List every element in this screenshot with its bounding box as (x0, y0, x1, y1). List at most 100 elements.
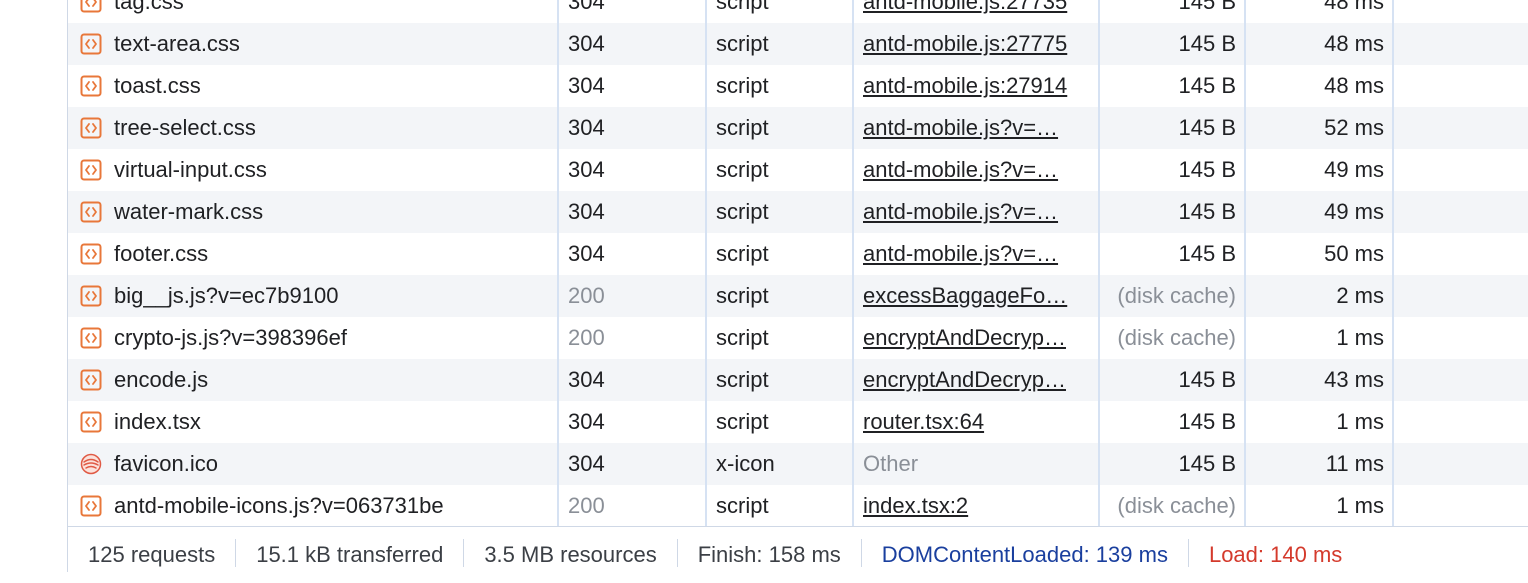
initiator-link[interactable]: encryptAndDecryp… (863, 367, 1066, 392)
initiator-link[interactable]: antd-mobile.js?v=… (863, 241, 1058, 266)
initiator-link[interactable]: antd-mobile.js?v=… (863, 115, 1058, 140)
table-row[interactable]: tag.css 304 script antd-mobile.js:27735 145 … (68, 0, 1528, 23)
table-row[interactable]: water-mark.css 304 script antd-mobile.js?v=… (68, 191, 1528, 233)
transfer-size: 145 B (1178, 115, 1237, 140)
request-type: script (716, 115, 769, 140)
status-code: 304 (568, 241, 605, 266)
favicon-icon (80, 453, 102, 475)
network-request-table: tag.css 304 script antd-mobile.js:27735 145 … (68, 0, 1528, 526)
request-time: 49 ms (1324, 157, 1384, 182)
initiator-cell: index.tsx:2 (863, 485, 1091, 526)
initiator-link[interactable]: index.tsx:2 (863, 493, 968, 518)
request-name: favicon.ico (114, 451, 218, 476)
table-row[interactable]: encode.js 304 script encryptAndDecryp… 145 B… (68, 359, 1528, 401)
status-code: 304 (568, 115, 605, 140)
request-type: x-icon (716, 451, 775, 476)
initiator-cell: antd-mobile.js?v=… (863, 149, 1091, 191)
table-row[interactable]: antd-mobile-icons.js?v=063731be 200 script… (68, 485, 1528, 526)
initiator-link[interactable]: router.tsx:64 (863, 409, 984, 434)
left-gutter (0, 0, 68, 572)
column-divider-status[interactable] (705, 0, 707, 526)
request-name: big__js.js?v=ec7b9100 (114, 283, 339, 308)
code-file-icon (80, 243, 102, 265)
column-divider-time[interactable] (1392, 0, 1394, 526)
request-name: tag.css (114, 0, 184, 14)
transfer-size: (disk cache) (1117, 325, 1236, 350)
request-type: script (716, 157, 769, 182)
request-time: 48 ms (1324, 31, 1384, 56)
column-divider-initiator[interactable] (1098, 0, 1100, 526)
request-time: 48 ms (1324, 73, 1384, 98)
code-file-icon (80, 327, 102, 349)
code-file-icon (80, 369, 102, 391)
transfer-size: 145 B (1178, 367, 1237, 392)
request-time: 1 ms (1336, 325, 1384, 350)
table-row[interactable]: favicon.ico 304 x-icon Other 145 B 11 ms (68, 443, 1528, 485)
table-row[interactable]: footer.css 304 script antd-mobile.js?v=… 145… (68, 233, 1528, 275)
request-time: 2 ms (1336, 283, 1384, 308)
initiator-cell: router.tsx:64 (863, 401, 1091, 443)
initiator-cell: antd-mobile.js?v=… (863, 107, 1091, 149)
transfer-size: 145 B (1178, 73, 1237, 98)
request-name: water-mark.css (114, 199, 264, 224)
initiator-link[interactable]: antd-mobile.js:27775 (863, 31, 1067, 56)
code-file-icon (80, 495, 102, 517)
code-file-icon (80, 117, 102, 139)
table-row[interactable]: tree-select.css 304 script antd-mobile.js?v… (68, 107, 1528, 149)
initiator-text: Other (863, 451, 919, 476)
table-row[interactable]: big__js.js?v=ec7b9100 200 script excessBagg… (68, 275, 1528, 317)
request-type: script (716, 73, 769, 98)
request-type: script (716, 0, 769, 14)
initiator-link[interactable]: excessBaggageFo… (863, 283, 1067, 308)
request-time: 48 ms (1324, 0, 1384, 14)
request-type: script (716, 283, 769, 308)
request-type: script (716, 493, 769, 518)
initiator-link[interactable]: encryptAndDecryp… (863, 325, 1066, 350)
request-name: text-area.css (114, 31, 240, 56)
request-name: index.tsx (114, 409, 201, 434)
resources-size: 3.5 MB resources (484, 542, 657, 567)
initiator-cell: Other (863, 443, 1091, 485)
code-file-icon (80, 33, 102, 55)
status-code: 200 (568, 325, 605, 350)
status-code: 304 (568, 73, 605, 98)
initiator-cell: encryptAndDecryp… (863, 317, 1091, 359)
initiator-cell: antd-mobile.js?v=… (863, 233, 1091, 275)
initiator-cell: antd-mobile.js:27735 (863, 0, 1091, 23)
request-time: 1 ms (1336, 493, 1384, 518)
initiator-link[interactable]: antd-mobile.js?v=… (863, 199, 1058, 224)
request-type: script (716, 199, 769, 224)
table-row[interactable]: crypto-js.js?v=398396ef 200 script encryptA… (68, 317, 1528, 359)
table-row[interactable]: virtual-input.css 304 script antd-mobile.js… (68, 149, 1528, 191)
table-row[interactable]: text-area.css 304 script antd-mobile.js:277… (68, 23, 1528, 65)
initiator-link[interactable]: antd-mobile.js:27735 (863, 0, 1067, 14)
request-name: footer.css (114, 241, 209, 266)
network-panel: tag.css 304 script antd-mobile.js:27735 145 … (0, 0, 1528, 573)
transferred-size: 15.1 kB transferred (256, 542, 444, 567)
transfer-size: (disk cache) (1117, 283, 1236, 308)
initiator-link[interactable]: antd-mobile.js:27914 (863, 73, 1067, 98)
column-divider-type[interactable] (852, 0, 854, 526)
request-type: script (716, 31, 769, 56)
table-row[interactable]: toast.css 304 script antd-mobile.js:27914 14… (68, 65, 1528, 107)
table-row[interactable]: index.tsx 304 script router.tsx:64 145 B 1 ms (68, 401, 1528, 443)
load-time: Load: 140 ms (1208, 542, 1343, 567)
code-file-icon (80, 75, 102, 97)
request-name: encode.js (114, 367, 209, 392)
finish-time: Finish: 158 ms (697, 542, 841, 567)
column-divider-name[interactable] (557, 0, 559, 526)
code-file-icon (80, 0, 102, 13)
transfer-size: 145 B (1178, 157, 1237, 182)
status-code: 304 (568, 409, 605, 434)
status-code: 304 (568, 367, 605, 392)
initiator-link[interactable]: antd-mobile.js?v=… (863, 157, 1058, 182)
request-time: 11 ms (1325, 451, 1384, 476)
code-file-icon (80, 159, 102, 181)
request-name: crypto-js.js?v=398396ef (114, 325, 347, 350)
initiator-cell: encryptAndDecryp… (863, 359, 1091, 401)
code-file-icon (80, 411, 102, 433)
column-divider-size[interactable] (1244, 0, 1246, 526)
dom-content-loaded-time: DOMContentLoaded: 139 ms (881, 542, 1168, 567)
request-type: script (716, 367, 769, 392)
status-code: 200 (568, 283, 605, 308)
